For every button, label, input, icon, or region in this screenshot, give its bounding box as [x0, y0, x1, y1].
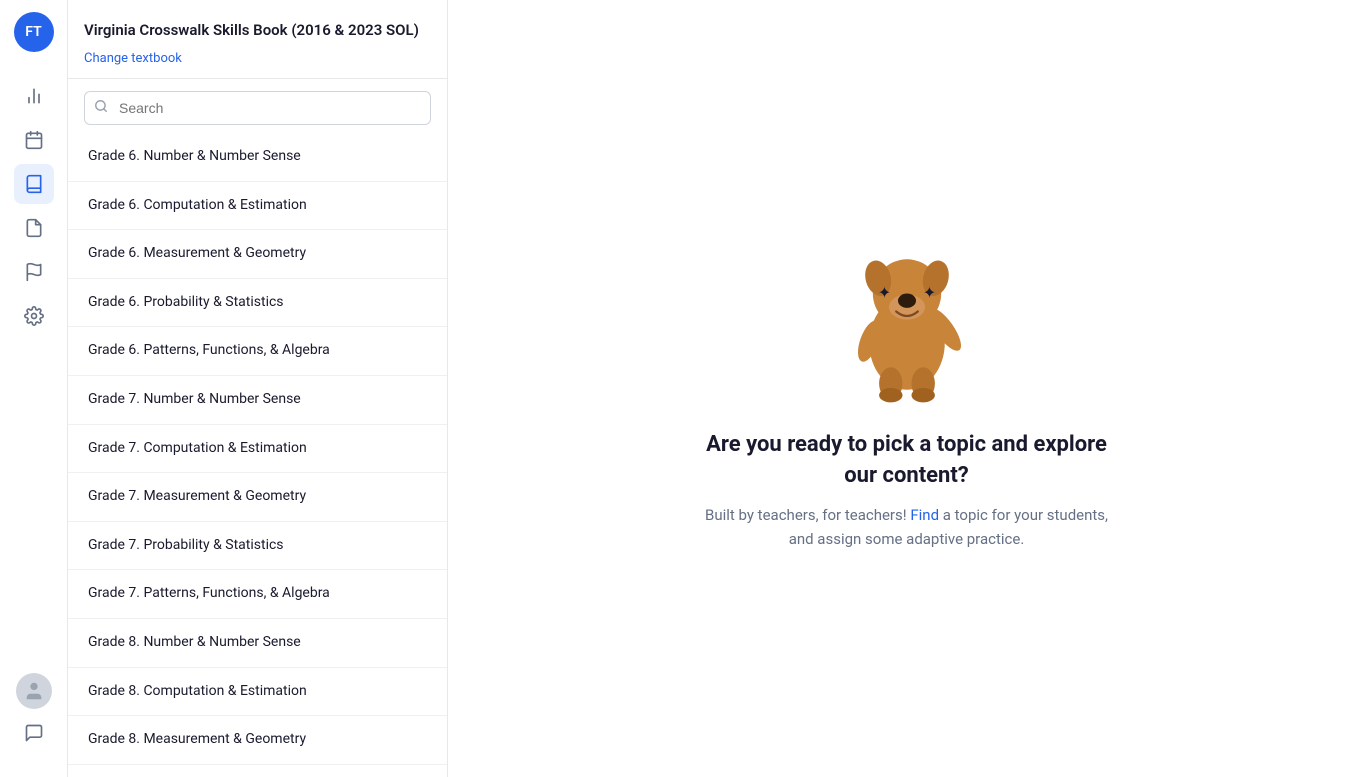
- topic-list-item[interactable]: Grade 6. Number & Number Sense: [68, 133, 447, 182]
- calendar-nav-btn[interactable]: [14, 120, 54, 160]
- main-content: ✦ ✦ Are you ready to pick a topic and ex…: [448, 0, 1365, 777]
- topic-list-item[interactable]: Grade 6. Patterns, Functions, & Algebra: [68, 327, 447, 376]
- search-icon: [94, 99, 108, 117]
- bottom-avatar[interactable]: [16, 673, 52, 709]
- topic-list-item[interactable]: Grade 6. Measurement & Geometry: [68, 230, 447, 279]
- document-nav-btn[interactable]: [14, 208, 54, 248]
- topic-list-item[interactable]: Grade 8. Number & Number Sense: [68, 619, 447, 668]
- sidebar-header: Virginia Crosswalk Skills Book (2016 & 2…: [68, 0, 447, 79]
- topic-list-item[interactable]: Grade 7. Patterns, Functions, & Algebra: [68, 570, 447, 619]
- sidebar-title: Virginia Crosswalk Skills Book (2016 & 2…: [84, 20, 431, 41]
- search-input[interactable]: [84, 91, 431, 125]
- analytics-nav-btn[interactable]: [14, 76, 54, 116]
- main-subtext: Built by teachers, for teachers! Find a …: [697, 503, 1117, 551]
- books-nav-btn[interactable]: [14, 164, 54, 204]
- main-heading: Are you ready to pick a topic and explor…: [697, 430, 1117, 492]
- subtext-link[interactable]: Find: [910, 506, 939, 524]
- topic-list-item[interactable]: Grade 8. Computation & Estimation: [68, 668, 447, 717]
- topic-list-item[interactable]: Grade 7. Number & Number Sense: [68, 376, 447, 425]
- topic-list-item[interactable]: Grade 8. Measurement & Geometry: [68, 716, 447, 765]
- sidebar: Virginia Crosswalk Skills Book (2016 & 2…: [68, 0, 448, 777]
- topic-list-item[interactable]: Grade 6. Probability & Statistics: [68, 279, 447, 328]
- search-box: [84, 91, 431, 125]
- subtext-before-link: Built by teachers, for teachers!: [705, 506, 910, 524]
- topic-list: Grade 6. Number & Number SenseGrade 6. C…: [68, 133, 447, 777]
- topic-list-item[interactable]: Grade 7. Probability & Statistics: [68, 522, 447, 571]
- help-nav-btn[interactable]: [14, 713, 54, 753]
- topic-list-item[interactable]: Grade 7. Measurement & Geometry: [68, 473, 447, 522]
- svg-text:✦: ✦: [922, 283, 936, 302]
- dog-illustration: ✦ ✦: [827, 226, 987, 406]
- change-textbook-link[interactable]: Change textbook: [84, 51, 182, 66]
- svg-text:✦: ✦: [877, 283, 891, 302]
- flag-nav-btn[interactable]: [14, 252, 54, 292]
- settings-nav-btn[interactable]: [14, 296, 54, 336]
- topic-list-item[interactable]: Grade 6. Computation & Estimation: [68, 182, 447, 231]
- topic-list-item[interactable]: Grade 7. Computation & Estimation: [68, 425, 447, 474]
- icon-nav: FT: [0, 0, 68, 777]
- user-avatar[interactable]: FT: [14, 12, 54, 52]
